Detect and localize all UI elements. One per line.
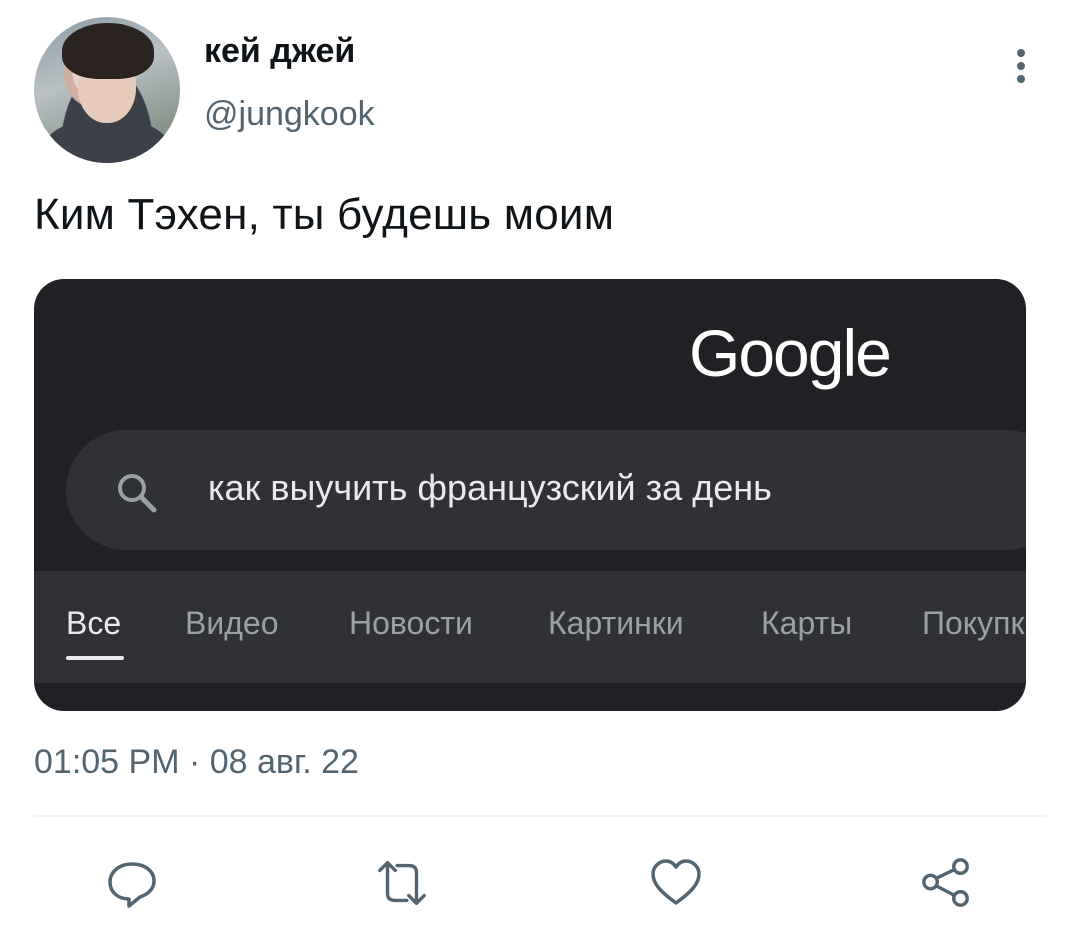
- tab-news: Новости: [349, 605, 473, 641]
- more-dot-icon: [1017, 62, 1025, 70]
- tweet-media-image[interactable]: Google как выучить французский за день В…: [34, 279, 1026, 711]
- search-tabs: Все Видео Новости Картинки Карты Покупки: [34, 571, 1026, 683]
- avatar-body: [42, 117, 172, 163]
- share-button[interactable]: [918, 855, 974, 911]
- avatar-hair: [62, 23, 154, 79]
- active-tab-underline: [66, 656, 124, 660]
- tab-maps: Карты: [761, 605, 853, 641]
- user-handle[interactable]: @jungkook: [204, 95, 375, 134]
- retweet-button[interactable]: [374, 855, 430, 911]
- tweet-text: Ким Тэхен, ты будешь моим: [34, 190, 615, 239]
- avatar[interactable]: [34, 17, 180, 163]
- search-bar: как выучить французский за день: [66, 430, 1026, 550]
- google-logo: Google: [689, 316, 892, 390]
- tab-all: Все: [66, 605, 122, 641]
- tab-images: Картинки: [548, 605, 684, 641]
- retweet-icon: [378, 861, 426, 905]
- tab-video: Видео: [185, 605, 279, 641]
- like-icon: [651, 859, 701, 905]
- more-options-button[interactable]: [1004, 44, 1038, 88]
- search-query: как выучить французский за день: [208, 467, 772, 508]
- tab-shopping: Покупки: [922, 605, 1026, 641]
- more-dot-icon: [1017, 49, 1025, 57]
- reply-button[interactable]: [104, 855, 160, 911]
- display-name[interactable]: кей джей: [204, 32, 355, 71]
- more-dot-icon: [1017, 75, 1025, 83]
- share-icon: [922, 858, 969, 907]
- like-button[interactable]: [648, 855, 704, 911]
- search-icon: [118, 474, 157, 513]
- tweet-timestamp[interactable]: 01:05 PM · 08 авг. 22: [34, 743, 359, 782]
- divider: [34, 815, 1046, 817]
- reply-icon: [108, 862, 156, 908]
